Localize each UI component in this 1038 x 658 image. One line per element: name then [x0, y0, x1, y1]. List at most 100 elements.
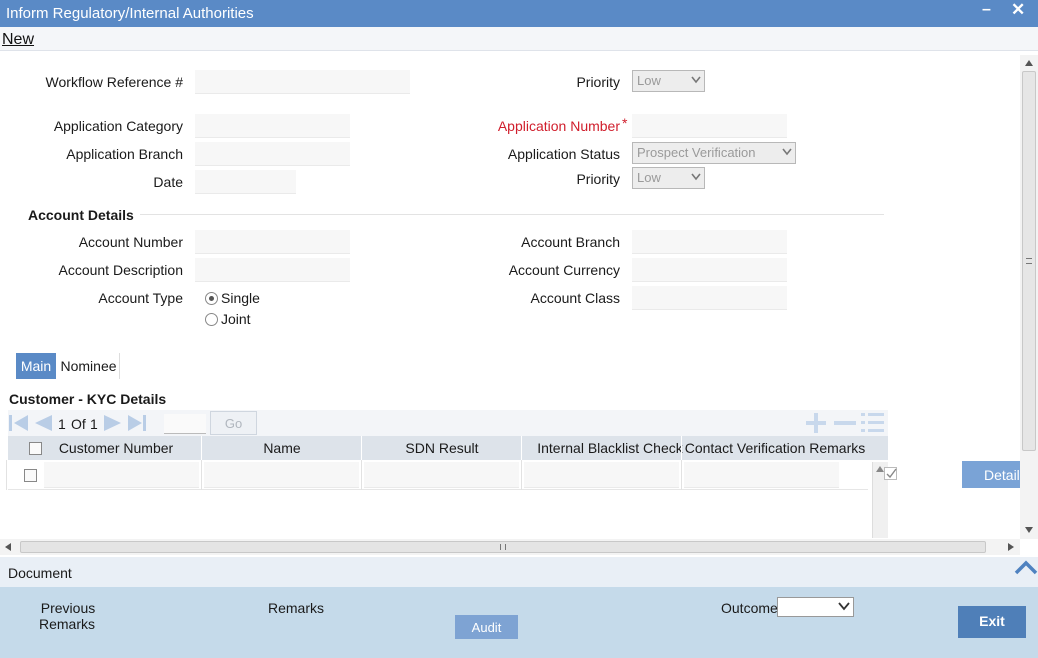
grid-line [361, 460, 362, 490]
date-label: Date [153, 174, 183, 190]
date-field[interactable] [195, 170, 296, 194]
account-type-joint-radio[interactable] [205, 313, 218, 326]
col-contact-verification[interactable]: Contact Verification Remarks [682, 440, 868, 456]
page-current: 1 [58, 416, 66, 432]
kyc-title: Customer - KYC Details [9, 391, 167, 407]
account-description-field[interactable] [195, 258, 350, 282]
col-internal-blacklist[interactable]: Internal Blacklist Check [522, 440, 698, 456]
account-number-field[interactable] [195, 230, 350, 254]
scroll-thumb[interactable] [1022, 71, 1036, 451]
h-scroll-thumb[interactable] [20, 541, 986, 553]
cell-customer-number[interactable] [44, 462, 199, 488]
account-type-single-radio[interactable] [205, 292, 218, 305]
app-number-field[interactable] [632, 114, 787, 138]
window-title: Inform Regulatory/Internal Authorities [6, 5, 254, 22]
row-checkbox[interactable] [24, 469, 37, 482]
chevron-down-icon [691, 173, 701, 181]
document-bar: Document [0, 557, 1038, 587]
app-status-select[interactable]: Prospect Verification [632, 142, 796, 164]
grid-line [201, 460, 202, 490]
scroll-left-icon[interactable] [5, 543, 11, 551]
details-button[interactable]: Details [962, 461, 1022, 488]
minimize-icon[interactable]: – [982, 1, 991, 19]
app-category-field[interactable] [195, 114, 350, 138]
account-type-label: Account Type [98, 290, 183, 306]
account-currency-field[interactable] [632, 258, 787, 282]
chevron-down-icon [782, 148, 792, 156]
first-page-icon[interactable] [8, 413, 30, 433]
chevron-down-icon [838, 602, 850, 611]
priority-label: Priority [576, 74, 620, 90]
workflow-ref-field[interactable] [195, 70, 410, 94]
account-class-label: Account Class [530, 290, 620, 306]
col-name[interactable]: Name [202, 440, 362, 456]
account-description-label: Account Description [58, 262, 183, 278]
new-link[interactable]: New [2, 31, 34, 49]
priority2-select-value: Low [637, 170, 661, 185]
prev-page-icon[interactable] [32, 413, 54, 433]
add-row-icon[interactable] [804, 413, 828, 433]
main-scrollbar[interactable] [1020, 55, 1038, 539]
tab-main[interactable]: Main [16, 353, 56, 379]
title-bar: Inform Regulatory/Internal Authorities –… [0, 0, 1038, 27]
select-all-checkbox[interactable] [29, 442, 42, 455]
scroll-up-icon[interactable] [1025, 60, 1033, 66]
remarks-label[interactable]: Remarks [268, 600, 324, 616]
col-divider [681, 436, 682, 460]
document-label[interactable]: Document [8, 565, 72, 581]
priority2-select[interactable]: Low [632, 167, 705, 189]
scroll-up-icon[interactable] [876, 466, 884, 472]
app-status-label: Application Status [507, 146, 620, 162]
priority2-label: Priority [576, 171, 620, 187]
grid-line [6, 460, 7, 490]
chevron-down-icon [691, 76, 701, 84]
app-status-select-value: Prospect Verification [637, 145, 756, 160]
page-total: 1 [90, 416, 98, 432]
scroll-right-icon[interactable] [1008, 543, 1014, 551]
chevron-up-icon[interactable] [1014, 559, 1038, 575]
priority-select-value: Low [637, 73, 661, 88]
col-divider [521, 436, 522, 460]
account-branch-field[interactable] [632, 230, 787, 254]
account-number-label: Account Number [78, 234, 183, 250]
exit-button[interactable]: Exit [958, 606, 1026, 638]
table-row[interactable] [8, 460, 868, 490]
horizontal-scrollbar[interactable] [0, 539, 1020, 555]
grip-icon [500, 544, 506, 550]
cell-internal-blacklist[interactable] [524, 462, 679, 488]
cell-name[interactable] [204, 462, 359, 488]
audit-button[interactable]: Audit [455, 615, 518, 639]
cell-sdn-result[interactable] [364, 462, 519, 488]
list-view-icon[interactable] [860, 411, 886, 435]
close-icon[interactable]: ✕ [1011, 0, 1025, 20]
delete-row-icon[interactable] [832, 413, 856, 433]
outcome-select[interactable] [777, 597, 854, 617]
footer: Previous Remarks Remarks Audit Outcome E… [0, 587, 1038, 658]
col-customer-number[interactable]: Customer Number [44, 440, 188, 456]
grid-line [681, 460, 682, 490]
col-sdn-result[interactable]: SDN Result [362, 440, 522, 456]
previous-remarks-label-line2[interactable]: Remarks [38, 616, 96, 632]
page-number-input[interactable] [164, 414, 206, 434]
check-icon [886, 468, 897, 479]
required-marker: * [622, 115, 628, 131]
go-button[interactable]: Go [210, 411, 257, 435]
next-page-icon[interactable] [102, 413, 124, 433]
grip-icon [1026, 258, 1032, 264]
app-branch-field[interactable] [195, 142, 350, 166]
account-currency-label: Account Currency [508, 262, 620, 278]
app-number-label: Application Number [497, 118, 620, 134]
priority-select[interactable]: Low [632, 70, 705, 92]
cell-contact-verification[interactable] [684, 462, 839, 488]
app-category-label: Application Category [53, 118, 183, 134]
tab-nominee[interactable]: Nominee [58, 353, 120, 379]
outcome-label: Outcome [721, 600, 778, 616]
scroll-down-icon[interactable] [1025, 527, 1033, 533]
section-divider [140, 214, 884, 215]
page-of: Of [71, 416, 86, 432]
last-page-icon[interactable] [126, 413, 148, 433]
app-branch-label: Application Branch [66, 146, 183, 162]
account-class-field[interactable] [632, 286, 787, 310]
account-type-single-label: Single [221, 290, 260, 306]
previous-remarks-label-line1[interactable]: Previous [40, 600, 96, 616]
